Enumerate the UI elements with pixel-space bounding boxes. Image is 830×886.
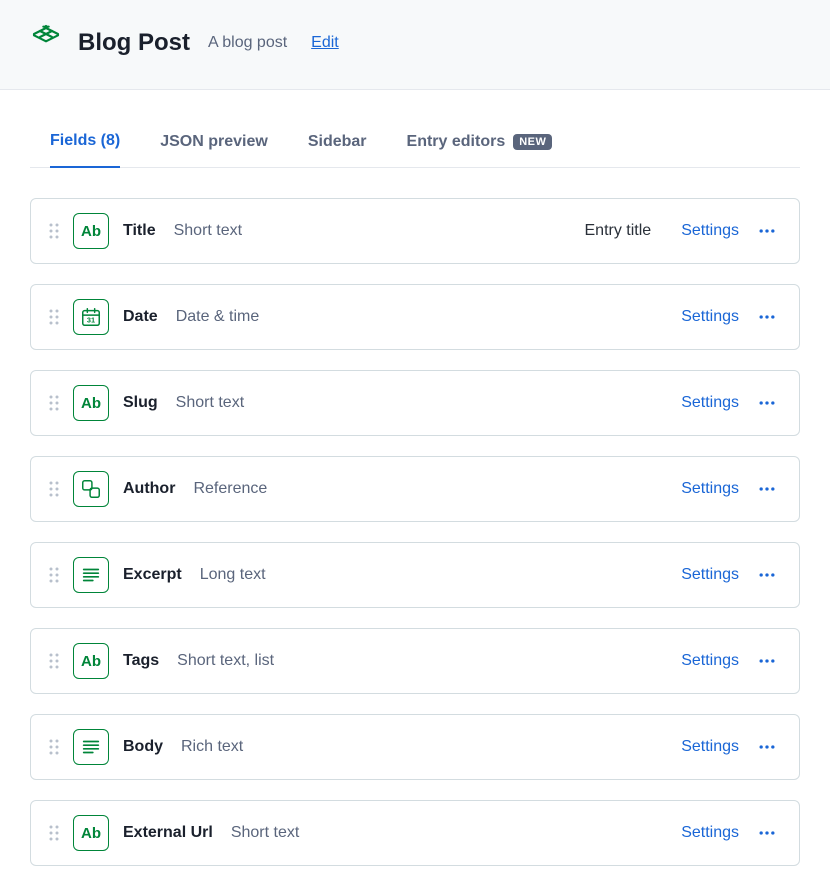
field-name: Body (123, 738, 163, 756)
field-type: Reference (193, 480, 267, 498)
settings-link[interactable]: Settings (681, 652, 739, 670)
settings-link[interactable]: Settings (681, 566, 739, 584)
field-type: Date & time (176, 308, 260, 326)
field-type: Rich text (181, 738, 243, 756)
tab-sidebar[interactable]: Sidebar (308, 120, 367, 168)
drag-handle-icon[interactable] (49, 653, 59, 669)
lines-icon (73, 557, 109, 593)
more-actions-icon[interactable] (753, 303, 781, 331)
ab-icon: Ab (73, 213, 109, 249)
tab-json-preview[interactable]: JSON preview (160, 120, 268, 168)
tab-label: Entry editors (407, 133, 506, 151)
settings-link[interactable]: Settings (681, 308, 739, 326)
more-actions-icon[interactable] (753, 647, 781, 675)
field-row-excerpt: Excerpt Long text Settings (30, 542, 800, 608)
drag-handle-icon[interactable] (49, 223, 59, 239)
field-type: Short text (231, 824, 299, 842)
drag-handle-icon[interactable] (49, 567, 59, 583)
new-badge: NEW (513, 134, 552, 150)
page-header: Blog Post A blog post Edit (0, 0, 830, 90)
field-name: Title (123, 222, 156, 240)
field-row-tags: Ab Tags Short text, list Settings (30, 628, 800, 694)
field-row-external-url: Ab External Url Short text Settings (30, 800, 800, 866)
content-area: Fields (8) JSON preview Sidebar Entry edito… (0, 90, 830, 886)
field-type: Short text, list (177, 652, 274, 670)
settings-link[interactable]: Settings (681, 824, 739, 842)
field-name: Date (123, 308, 158, 326)
more-actions-icon[interactable] (753, 733, 781, 761)
more-actions-icon[interactable] (753, 819, 781, 847)
field-row-title: Ab Title Short text Entry title Settings (30, 198, 800, 264)
more-actions-icon[interactable] (753, 561, 781, 589)
page-title: Blog Post (78, 29, 190, 57)
tab-bar: Fields (8) JSON preview Sidebar Entry edito… (30, 120, 800, 168)
settings-link[interactable]: Settings (681, 222, 739, 240)
field-name: Excerpt (123, 566, 182, 584)
settings-link[interactable]: Settings (681, 480, 739, 498)
field-name: Author (123, 480, 175, 498)
field-name: Slug (123, 394, 158, 412)
field-row-date: 31 Date Date & time Settings (30, 284, 800, 350)
tab-fields-8[interactable]: Fields (8) (50, 120, 120, 168)
field-list: Ab Title Short text Entry title Settings 31 Da… (30, 198, 800, 866)
tab-entry-editors[interactable]: Entry editors NEW (407, 120, 553, 168)
field-type: Long text (200, 566, 266, 584)
calendar-icon: 31 (73, 299, 109, 335)
settings-link[interactable]: Settings (681, 394, 739, 412)
field-name: External Url (123, 824, 213, 842)
ab-icon: Ab (73, 815, 109, 851)
drag-handle-icon[interactable] (49, 395, 59, 411)
field-row-body: Body Rich text Settings (30, 714, 800, 780)
drag-handle-icon[interactable] (49, 739, 59, 755)
svg-text:31: 31 (87, 316, 95, 325)
more-actions-icon[interactable] (753, 475, 781, 503)
ab-icon: Ab (73, 643, 109, 679)
reference-icon (73, 471, 109, 507)
more-actions-icon[interactable] (753, 389, 781, 417)
content-type-icon (30, 24, 62, 61)
edit-link[interactable]: Edit (311, 34, 339, 52)
field-type: Short text (176, 394, 244, 412)
ab-icon: Ab (73, 385, 109, 421)
field-tag: Entry title (585, 222, 652, 240)
field-name: Tags (123, 652, 159, 670)
tab-label: JSON preview (160, 133, 268, 151)
drag-handle-icon[interactable] (49, 481, 59, 497)
tab-label: Sidebar (308, 133, 367, 151)
field-type: Short text (174, 222, 242, 240)
field-row-slug: Ab Slug Short text Settings (30, 370, 800, 436)
drag-handle-icon[interactable] (49, 309, 59, 325)
settings-link[interactable]: Settings (681, 738, 739, 756)
tab-label: Fields (8) (50, 132, 120, 150)
page-description: A blog post (208, 34, 287, 52)
more-actions-icon[interactable] (753, 217, 781, 245)
drag-handle-icon[interactable] (49, 825, 59, 841)
lines-icon (73, 729, 109, 765)
field-row-author: Author Reference Settings (30, 456, 800, 522)
